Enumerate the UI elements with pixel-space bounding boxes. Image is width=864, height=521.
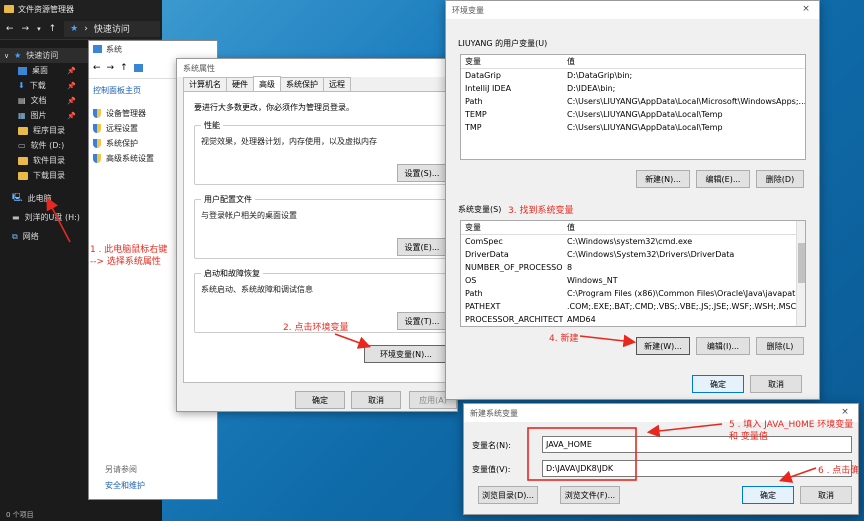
arrow-step4: [579, 334, 637, 348]
arrow-step1: [46, 197, 71, 243]
arrow-step2: [334, 333, 372, 349]
highlight-box-newvar: [527, 427, 637, 481]
arrow-step6: [778, 467, 817, 483]
tab-advanced[interactable]: 高级: [253, 76, 281, 91]
arrow-step5: [646, 423, 723, 438]
annotation-arrows: [46, 197, 817, 483]
